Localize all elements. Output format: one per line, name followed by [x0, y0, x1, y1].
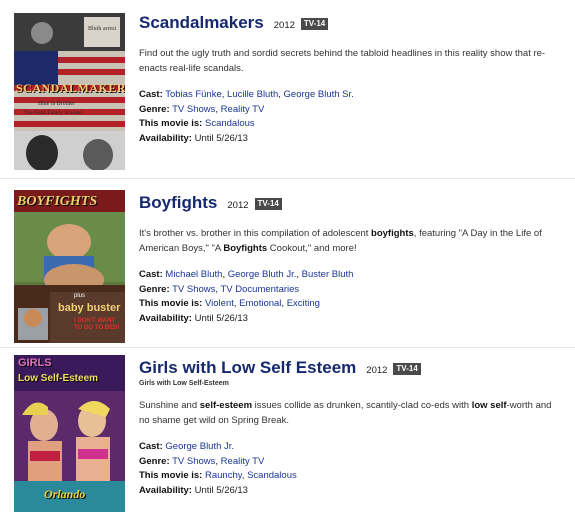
meta-link[interactable]: Raunchy — [205, 470, 242, 481]
synopsis: It's brother vs. brother in this compila… — [139, 228, 542, 254]
movie-title-link[interactable]: Boyfights — [139, 193, 217, 213]
availability-value: Until 5/26/13 — [194, 484, 248, 496]
mood-label: This movie is: — [139, 118, 203, 129]
meta-link[interactable]: Reality TV — [221, 104, 265, 115]
meta-link[interactable]: George Bluth Sr. — [284, 89, 354, 100]
title-row: Scandalmakers 2012 TV-14 — [139, 13, 563, 33]
meta-link[interactable]: George Bluth Jr. — [228, 269, 297, 280]
poster-scandalmakers[interactable]: SCANDALMAKERS Blue Is Brother The Bluth … — [14, 13, 125, 170]
availability-value: Until 5/26/13 — [194, 312, 248, 324]
mood-row: This movie is: Violent, Emotional, Excit… — [139, 297, 563, 312]
poster-note-text: I DON'T WANT TO GO TO BED! — [74, 318, 120, 331]
mood-label: This movie is: — [139, 470, 203, 481]
genre-list: TV Shows, TV Documentaries — [172, 283, 300, 295]
cast-label: Cast: — [139, 441, 163, 452]
release-year: 2012 — [366, 365, 388, 376]
meta-link[interactable]: Reality TV — [221, 456, 265, 467]
poster-tagline-2: The Bluth Family Scandal — [24, 110, 82, 116]
cast-list: Tobias Fünke, Lucille Bluth, George Blut… — [165, 89, 354, 100]
genre-list: TV Shows, Reality TV — [172, 455, 265, 467]
meta-link[interactable]: Scandalous — [247, 470, 297, 481]
synopsis: Sunshine and self-esteem issues collide … — [139, 400, 552, 426]
poster-sign-text: Bluth arrest — [88, 26, 117, 32]
title-row: Girls with Low Self Esteem 2012 TV-14 — [139, 358, 563, 378]
poster-bonus-title: baby buster — [58, 302, 121, 314]
mood-label: This movie is: — [139, 298, 203, 309]
cast-list: George Bluth Jr. — [165, 441, 234, 452]
meta-link[interactable]: TV Documentaries — [221, 284, 300, 295]
highlighted-keyword: boyfights — [371, 228, 414, 239]
availability-row: Availability: Until 5/26/13 — [139, 132, 563, 147]
genre-row: Genre: TV Shows, Reality TV — [139, 455, 563, 470]
movie-info: Girls with Low Self Esteem 2012 TV-14 Gi… — [139, 358, 563, 498]
meta-link[interactable]: TV Shows — [172, 284, 215, 295]
availability-row: Availability: Until 5/26/13 — [139, 484, 563, 499]
meta-link[interactable]: TV Shows — [172, 456, 215, 467]
release-year: 2012 — [273, 20, 295, 31]
mood-list: Violent, Emotional, Exciting — [205, 298, 320, 309]
poster-top-text: GIRLS — [18, 357, 52, 369]
meta-link[interactable]: Buster Bluth — [302, 269, 354, 280]
divider — [0, 178, 575, 179]
release-year: 2012 — [227, 200, 249, 211]
mood-row: This movie is: Raunchy, Scandalous — [139, 469, 563, 484]
genre-label: Genre: — [139, 103, 170, 115]
cast-label: Cast: — [139, 269, 163, 280]
genre-label: Genre: — [139, 455, 170, 467]
poster-girls-low-self-esteem[interactable]: GIRLS Low Self-Esteem Orlando — [14, 355, 125, 512]
alternate-title: Girls with Low Self-Esteem — [139, 380, 229, 387]
meta-link[interactable]: Lucille Bluth — [227, 89, 278, 100]
availability-value: Until 5/26/13 — [194, 132, 248, 144]
meta-block: Cast: George Bluth Jr. Genre: TV Shows, … — [139, 440, 563, 498]
meta-link[interactable]: Emotional — [239, 298, 281, 309]
highlighted-keyword: Boyfights — [223, 242, 268, 254]
genre-list: TV Shows, Reality TV — [172, 103, 265, 115]
availability-label: Availability: — [139, 484, 192, 496]
maturity-rating-badge: TV-14 — [393, 363, 421, 375]
meta-link[interactable]: Violent — [205, 298, 234, 309]
meta-link[interactable]: George Bluth Jr. — [165, 441, 234, 452]
poster-boyfights[interactable]: BOYFIGHTS plus baby buster I DON'T WANT … — [14, 190, 125, 343]
cast-label: Cast: — [139, 89, 163, 100]
availability-label: Availability: — [139, 132, 192, 144]
maturity-rating-badge: TV-14 — [300, 18, 329, 30]
poster-bottom-text: Orlando — [44, 487, 86, 501]
movie-title-link[interactable]: Girls with Low Self Esteem — [139, 358, 356, 378]
mood-row: This movie is: Scandalous — [139, 117, 563, 132]
cast-row: Cast: Michael Bluth, George Bluth Jr., B… — [139, 268, 563, 283]
availability-label: Availability: — [139, 312, 192, 324]
mood-list: Scandalous — [205, 118, 255, 129]
cast-row: Cast: Tobias Fünke, Lucille Bluth, Georg… — [139, 88, 563, 103]
meta-link[interactable]: TV Shows — [172, 104, 215, 115]
meta-link[interactable]: Exciting — [287, 298, 320, 309]
mood-list: Raunchy, Scandalous — [205, 470, 297, 481]
genre-row: Genre: TV Shows, Reality TV — [139, 103, 563, 118]
movie-title-link[interactable]: Scandalmakers — [139, 13, 264, 33]
title-row: Boyfights 2012 TV-14 — [139, 193, 563, 213]
highlighted-keyword: self-esteem — [199, 400, 253, 411]
synopsis: Find out the ugly truth and sordid secre… — [139, 48, 546, 74]
highlighted-keyword: low self — [471, 400, 507, 411]
meta-link[interactable]: Scandalous — [205, 118, 255, 129]
cast-list: Michael Bluth, George Bluth Jr., Buster … — [165, 269, 354, 280]
meta-block: Cast: Tobias Fünke, Lucille Bluth, Georg… — [139, 88, 563, 146]
poster-title-text: Low Self-Esteem — [18, 373, 99, 384]
maturity-rating-badge: TV-14 — [254, 198, 282, 210]
availability-row: Availability: Until 5/26/13 — [139, 312, 563, 327]
movie-info: Scandalmakers 2012 TV-14 Find out the ug… — [139, 13, 563, 146]
genre-row: Genre: TV Shows, TV Documentaries — [139, 283, 563, 298]
genre-label: Genre: — [139, 283, 170, 295]
meta-link[interactable]: Tobias Fünke — [165, 89, 222, 100]
meta-block: Cast: Michael Bluth, George Bluth Jr., B… — [139, 268, 563, 326]
divider — [0, 347, 575, 348]
meta-link[interactable]: Michael Bluth — [165, 269, 222, 280]
cast-row: Cast: George Bluth Jr. — [139, 440, 563, 455]
movie-info: Boyfights 2012 TV-14 It's brother vs. br… — [139, 193, 563, 326]
poster-plus-text: plus — [74, 293, 86, 299]
poster-tagline-1: Blue Is Brother — [38, 101, 75, 107]
poster-title-text: SCANDALMAKERS — [16, 81, 125, 95]
poster-title-text: BOYFIGHTS — [17, 194, 98, 209]
